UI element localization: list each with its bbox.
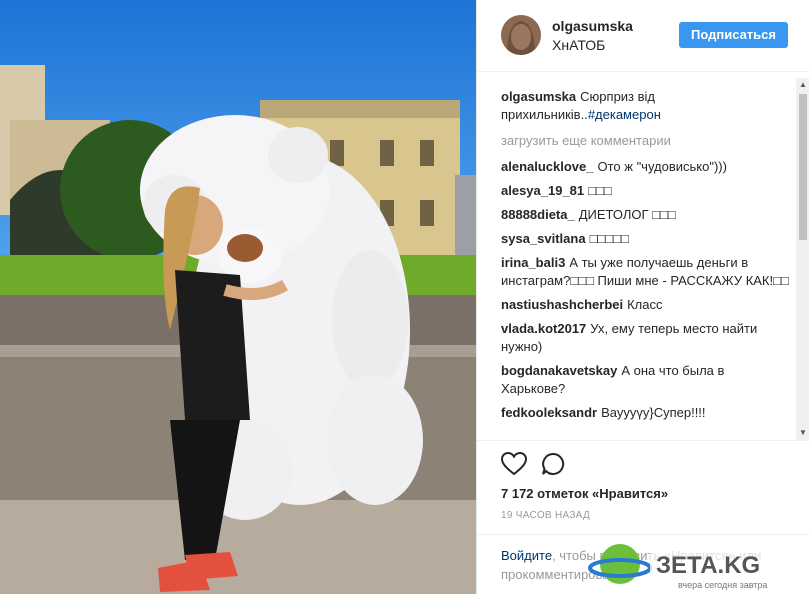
- comment-username[interactable]: nastiushashcherbei: [501, 297, 623, 312]
- header-username[interactable]: olgasumska: [552, 18, 633, 34]
- watermark-logo: ЗЕТА.KG вчера сегодня завтра: [588, 540, 809, 592]
- caption: olgasumska Сюрприз від прихильників..#дек…: [501, 88, 791, 124]
- comments-scrollbar[interactable]: ▲ ▼: [796, 78, 809, 440]
- scrollbar-thumb[interactable]: [799, 94, 807, 240]
- comment-text: Вауууүу}Супер!!!!: [601, 405, 706, 420]
- comment-item: alenalucklove_ Ото ж "чудовисько"))): [501, 158, 791, 176]
- caption-hashtag[interactable]: #декамерон: [588, 107, 661, 122]
- comment-item: bogdanakavetskay А она что была в Харьков…: [501, 362, 791, 398]
- scroll-up-icon[interactable]: ▲: [799, 81, 807, 89]
- watermark-tagline: вчера сегодня завтра: [678, 580, 767, 590]
- scroll-down-icon[interactable]: ▼: [799, 429, 807, 437]
- comment-username[interactable]: bogdanakavetskay: [501, 363, 617, 378]
- comment-username[interactable]: sysa_svitlana: [501, 231, 586, 246]
- photo-illustration: [0, 0, 476, 594]
- comment-item: irina_bali3 А ты уже получаешь деньги в и…: [501, 254, 791, 290]
- comment-item: fedkooleksandr Вауууүу}Супер!!!!: [501, 404, 791, 422]
- comment-item: alesya_19_81 □□□: [501, 182, 791, 200]
- comment-item: vlada.kot2017 Ух, ему теперь место найти …: [501, 320, 791, 356]
- comment-icon[interactable]: [541, 452, 565, 476]
- post-header: olgasumska ХнАТОБ Подписаться: [477, 0, 809, 72]
- login-divider: [477, 534, 809, 535]
- heart-icon[interactable]: [500, 451, 528, 476]
- comment-text: □□□: [588, 183, 612, 198]
- comment-item: sysa_svitlana □□□□□: [501, 230, 791, 248]
- avatar-image: [501, 15, 541, 55]
- post-sidebar: olgasumska ХнАТОБ Подписаться olgasumska…: [476, 0, 809, 594]
- comment-username[interactable]: alesya_19_81: [501, 183, 584, 198]
- comment-username[interactable]: alenalucklove_: [501, 159, 594, 174]
- comment-username[interactable]: 88888dieta_: [501, 207, 575, 222]
- comment-text: Класс: [627, 297, 663, 312]
- watermark-brand: ЗЕТА.KG: [656, 552, 760, 579]
- likes-count[interactable]: 7 172 отметок «Нравится»: [501, 486, 668, 501]
- post-timestamp[interactable]: 19 ЧАСОВ НАЗАД: [501, 510, 590, 521]
- comment-item: 88888dieta_ ДИЕТОЛОГ □□□: [501, 206, 791, 224]
- comment-username[interactable]: irina_bali3: [501, 255, 565, 270]
- login-link[interactable]: Войдите: [501, 548, 552, 563]
- comment-text: □□□□□: [589, 231, 629, 246]
- follow-button[interactable]: Подписаться: [679, 22, 788, 48]
- comment-text: Ото ж "чудовисько"))): [597, 159, 727, 174]
- comment-username[interactable]: fedkooleksandr: [501, 405, 597, 420]
- actions-divider: [477, 440, 809, 442]
- header-location[interactable]: ХнАТОБ: [552, 37, 605, 53]
- avatar[interactable]: [501, 15, 541, 55]
- comments-list[interactable]: olgasumska Сюрприз від прихильників..#дек…: [501, 88, 791, 438]
- post-photo: [0, 0, 476, 594]
- caption-username[interactable]: olgasumska: [501, 89, 576, 104]
- comment-username[interactable]: vlada.kot2017: [501, 321, 586, 336]
- comment-text: ДИЕТОЛОГ □□□: [578, 207, 676, 222]
- load-more-comments[interactable]: загрузить еще комментарии: [501, 132, 791, 150]
- comment-item: nastiushashcherbei Класс: [501, 296, 791, 314]
